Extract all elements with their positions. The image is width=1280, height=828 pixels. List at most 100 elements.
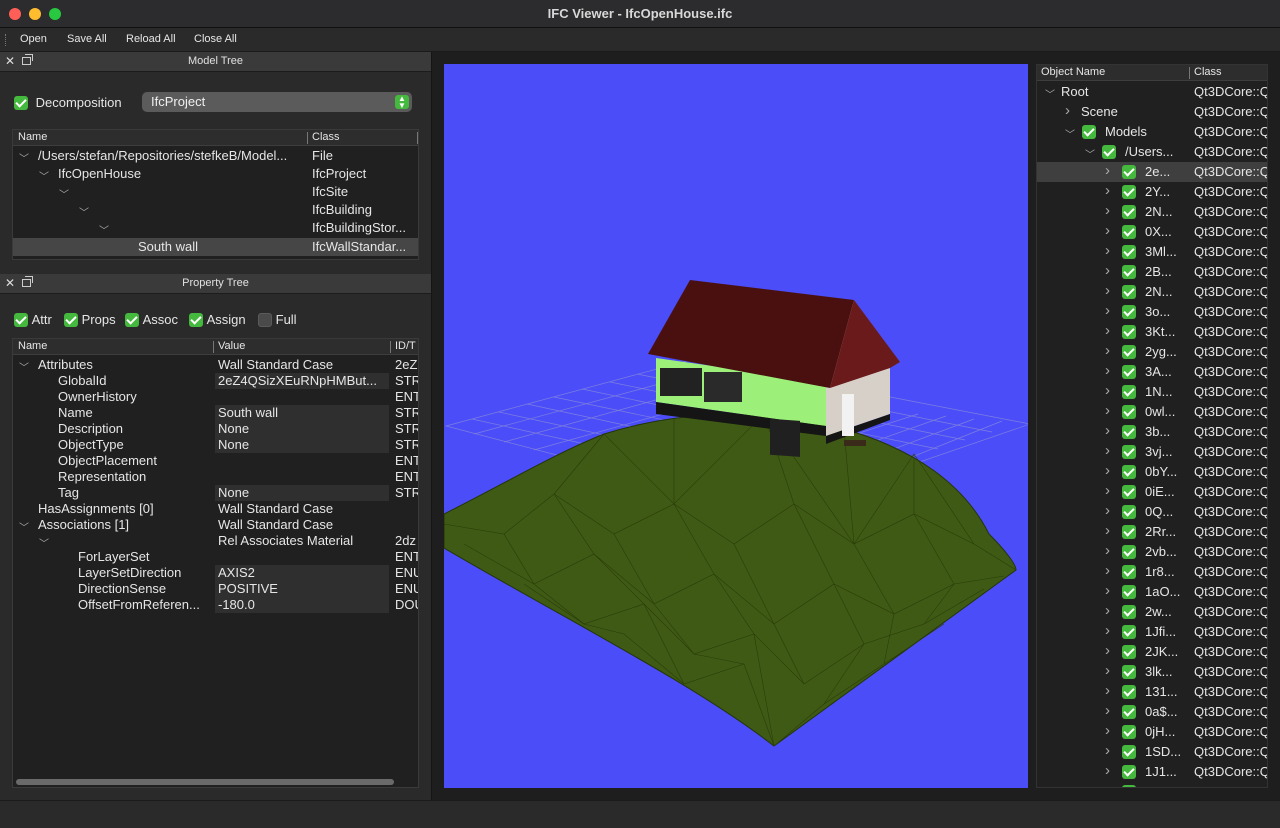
visibility-checkbox[interactable] — [1122, 205, 1136, 219]
props-toggle[interactable]: Props — [64, 311, 116, 327]
visibility-checkbox[interactable] — [1122, 765, 1136, 779]
scene-row[interactable]: ﹀ /Users... Qt3DCore::Q — [1037, 142, 1267, 162]
chevron-right-icon[interactable]: › — [1105, 222, 1110, 239]
assoc-checkbox[interactable] — [125, 312, 139, 327]
chevron-down-icon[interactable]: ﹀ — [1085, 146, 1095, 161]
scene-row[interactable]: › 2Rr... Qt3DCore::Q — [1037, 522, 1267, 542]
scene-row[interactable]: › 3lk... Qt3DCore::Q — [1037, 662, 1267, 682]
chevron-right-icon[interactable]: › — [1105, 702, 1110, 719]
column-separator[interactable] — [390, 341, 391, 353]
scene-row[interactable]: › 2yg... Qt3DCore::Q — [1037, 342, 1267, 362]
scene-row[interactable]: › 0jH... Qt3DCore::Q — [1037, 722, 1267, 742]
visibility-checkbox[interactable] — [1122, 685, 1136, 699]
visibility-checkbox[interactable] — [1122, 725, 1136, 739]
attr-toggle[interactable]: Attr — [14, 311, 52, 327]
tree-row-selected[interactable]: South wall IfcWallStandar... — [13, 238, 418, 256]
chevron-right-icon[interactable]: › — [1105, 782, 1110, 787]
scene-row[interactable]: › 0X... Qt3DCore::Q — [1037, 222, 1267, 242]
assign-toggle[interactable]: Assign — [189, 311, 246, 327]
attr-checkbox[interactable] — [14, 312, 28, 327]
column-value[interactable]: Value — [218, 340, 245, 352]
scene-row[interactable]: ﹀ Models Qt3DCore::Q — [1037, 122, 1267, 142]
column-separator[interactable] — [307, 132, 308, 144]
chevron-right-icon[interactable]: › — [1105, 482, 1110, 499]
close-all-button[interactable]: Close All — [194, 33, 237, 45]
column-separator[interactable] — [213, 341, 214, 353]
decomposition-checkbox[interactable] — [14, 95, 28, 110]
chevron-right-icon[interactable]: › — [1105, 722, 1110, 739]
visibility-checkbox[interactable] — [1122, 245, 1136, 259]
chevron-right-icon[interactable]: › — [1105, 242, 1110, 259]
chevron-down-icon[interactable]: ﹀ — [1045, 86, 1055, 101]
scene-row[interactable]: › 0wl... Qt3DCore::Q — [1037, 402, 1267, 422]
scene-row-selected[interactable]: › 2e... Qt3DCore::Q — [1037, 162, 1267, 182]
property-row[interactable]: ﹀ Associations [1] Wall Standard Case — [13, 517, 418, 534]
chevron-right-icon[interactable]: › — [1105, 182, 1110, 199]
scene-row[interactable]: › 0bY... Qt3DCore::Q — [1037, 462, 1267, 482]
decomposition-combo[interactable]: IfcProject ▲ ▼ — [142, 92, 412, 112]
chevron-right-icon[interactable]: › — [1105, 602, 1110, 619]
assoc-toggle[interactable]: Assoc — [125, 311, 178, 327]
visibility-checkbox[interactable] — [1122, 745, 1136, 759]
chevron-right-icon[interactable]: › — [1105, 762, 1110, 779]
property-tree-view[interactable]: Name Value ID/T ﹀ Attributes Wall Standard… — [12, 338, 419, 788]
scene-row[interactable]: › 3A... Qt3DCore::Q — [1037, 362, 1267, 382]
property-row[interactable]: OffsetFromReferen... -180.0 DOU — [13, 597, 418, 613]
tree-row[interactable]: ﹀ IfcSite — [13, 184, 418, 201]
scene-row[interactable]: › 1Jfi... Qt3DCore::Q — [1037, 622, 1267, 642]
chevron-down-icon[interactable]: ﹀ — [39, 535, 49, 550]
chevron-right-icon[interactable]: › — [1105, 302, 1110, 319]
save-all-button[interactable]: Save All — [67, 33, 107, 45]
chevron-down-icon[interactable]: ﹀ — [19, 359, 29, 374]
scene-row[interactable]: › 1N... Qt3DCore::Q — [1037, 382, 1267, 402]
property-row[interactable]: GlobalId 2eZ4QSizXEuRNpHMBut... STR — [13, 373, 418, 389]
chevron-right-icon[interactable]: › — [1105, 462, 1110, 479]
visibility-checkbox[interactable] — [1122, 405, 1136, 419]
chevron-right-icon[interactable]: › — [1105, 742, 1110, 759]
scene-row[interactable]: › 3o... Qt3DCore::Q — [1037, 302, 1267, 322]
chevron-right-icon[interactable]: › — [1105, 502, 1110, 519]
chevron-down-icon[interactable]: ﹀ — [79, 204, 89, 219]
3d-viewport[interactable] — [444, 64, 1028, 788]
chevron-down-icon[interactable]: ﹀ — [99, 222, 109, 237]
visibility-checkbox[interactable] — [1122, 425, 1136, 439]
3d-scene[interactable] — [444, 64, 1028, 788]
chevron-down-icon[interactable]: ﹀ — [19, 519, 29, 534]
property-row[interactable]: Tag None STR — [13, 485, 418, 501]
visibility-checkbox[interactable] — [1122, 665, 1136, 679]
chevron-right-icon[interactable]: › — [1105, 342, 1110, 359]
property-row[interactable]: ObjectPlacement ENT — [13, 453, 418, 469]
visibility-checkbox[interactable] — [1122, 445, 1136, 459]
scene-row[interactable]: › 2N... Qt3DCore::Q — [1037, 202, 1267, 222]
visibility-checkbox[interactable] — [1082, 125, 1096, 139]
toolbar-grip[interactable] — [5, 34, 8, 46]
chevron-right-icon[interactable]: › — [1105, 562, 1110, 579]
scene-row[interactable]: › 2w... Qt3DCore::Q — [1037, 602, 1267, 622]
visibility-checkbox[interactable] — [1122, 645, 1136, 659]
scene-row[interactable]: › 131... Qt3DCore::Q — [1037, 682, 1267, 702]
column-name[interactable]: Name — [18, 131, 47, 143]
scene-row[interactable]: › 0a$... Qt3DCore::Q — [1037, 702, 1267, 722]
chevron-right-icon[interactable]: › — [1105, 282, 1110, 299]
tree-row[interactable]: ﹀ /Users/stefan/Repositories/stefkeB/Mod… — [13, 148, 418, 165]
chevron-right-icon[interactable]: › — [1105, 622, 1110, 639]
visibility-checkbox[interactable] — [1122, 345, 1136, 359]
scene-row[interactable]: › 2Y... Qt3DCore::Q — [1037, 182, 1267, 202]
chevron-right-icon[interactable]: › — [1105, 402, 1110, 419]
column-class[interactable]: Class — [1194, 66, 1222, 78]
visibility-checkbox[interactable] — [1122, 225, 1136, 239]
tree-row[interactable]: ﹀ IfcBuildingStor... — [13, 220, 418, 237]
visibility-checkbox[interactable] — [1122, 165, 1136, 179]
visibility-checkbox[interactable] — [1122, 525, 1136, 539]
scene-row[interactable]: › 0Q... Qt3DCore::Q — [1037, 502, 1267, 522]
chevron-right-icon[interactable]: › — [1105, 382, 1110, 399]
visibility-checkbox[interactable] — [1122, 585, 1136, 599]
assign-checkbox[interactable] — [189, 312, 203, 327]
visibility-checkbox[interactable] — [1122, 185, 1136, 199]
column-class[interactable]: Class — [312, 131, 340, 143]
scene-row[interactable]: › 1r8... Qt3DCore::Q — [1037, 562, 1267, 582]
property-row[interactable]: DirectionSense POSITIVE ENU — [13, 581, 418, 597]
visibility-checkbox[interactable] — [1122, 485, 1136, 499]
tree-row[interactable]: ﹀ IfcBuilding — [13, 202, 418, 219]
property-row[interactable]: ObjectType None STR — [13, 437, 418, 453]
